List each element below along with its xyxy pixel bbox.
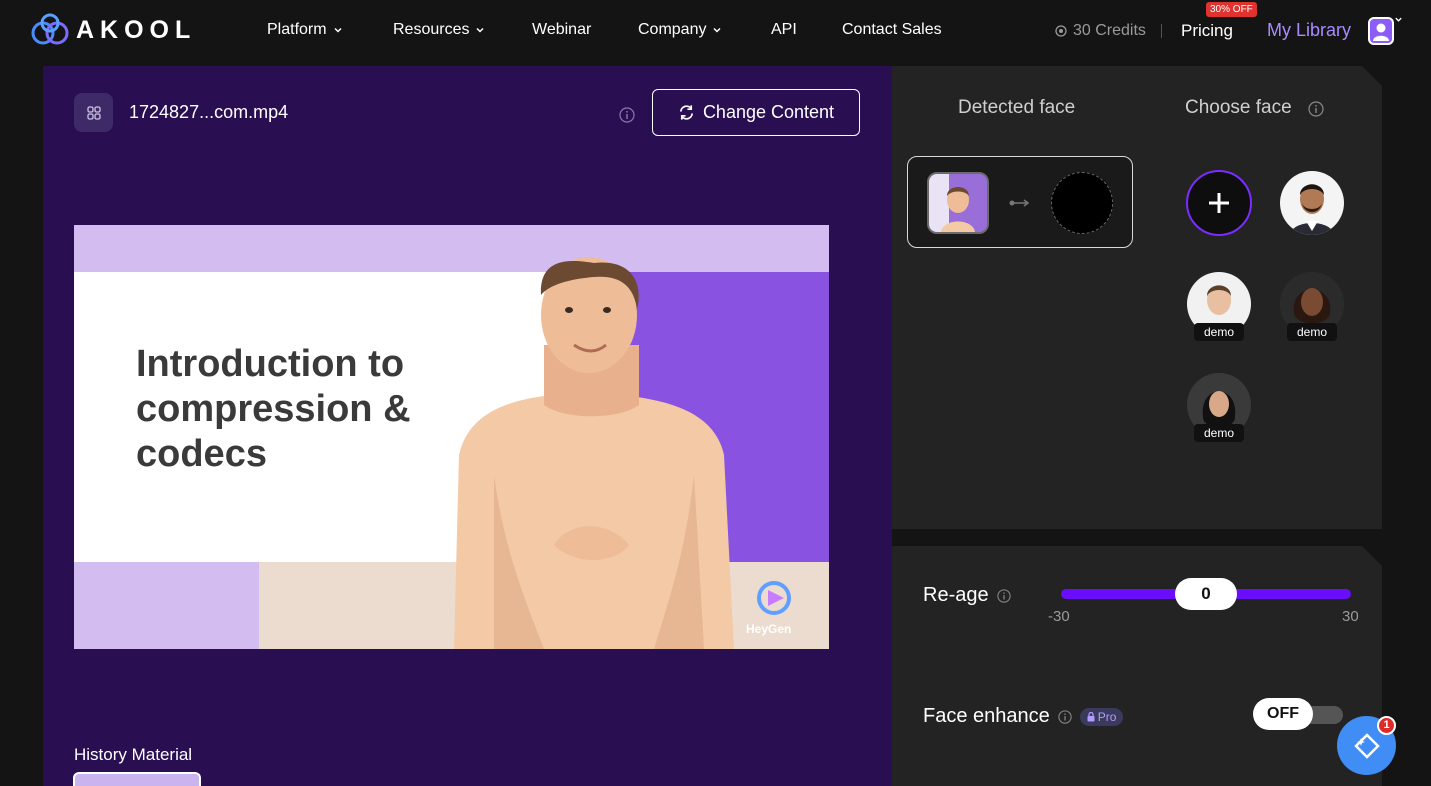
nav-webinar-label: Webinar <box>532 21 592 38</box>
nav-contact-sales-label: Contact Sales <box>842 21 942 38</box>
info-icon[interactable] <box>1058 709 1072 724</box>
pro-badge: Pro <box>1079 707 1124 726</box>
re-age-control: Re-age <box>923 584 1011 607</box>
akool-logo-icon <box>31 13 69 45</box>
credits-indicator[interactable]: 30 Credits <box>1055 22 1146 40</box>
nav-resources[interactable]: Resources <box>393 21 485 39</box>
re-age-slider-handle[interactable]: 0 <box>1175 578 1237 610</box>
grid-icon <box>86 105 101 120</box>
nav-company-label: Company <box>638 21 707 38</box>
sparkle-diamond-icon <box>1353 732 1380 759</box>
user-avatar-button[interactable] <box>1368 17 1394 45</box>
video-watermark: HeyGen <box>746 622 792 636</box>
slide-title-line: codecs <box>136 433 267 475</box>
chevron-down-icon <box>334 27 342 33</box>
nav-platform[interactable]: Platform <box>267 21 343 39</box>
nav-contact-sales[interactable]: Contact Sales <box>842 21 942 39</box>
credits-label: 30 Credits <box>1073 22 1146 39</box>
face-avatar <box>929 174 987 232</box>
nav-resources-label: Resources <box>393 21 470 38</box>
chevron-down-icon[interactable] <box>1394 15 1403 24</box>
info-icon[interactable] <box>1308 101 1324 117</box>
info-icon[interactable] <box>619 107 635 123</box>
chevron-down-icon <box>713 27 722 33</box>
nav-divider <box>1161 24 1162 38</box>
nav-api[interactable]: API <box>771 21 797 39</box>
face-enhance-control: Face enhance Pro <box>923 705 1124 728</box>
info-icon[interactable] <box>996 588 1011 603</box>
arrow-right-icon <box>1009 199 1030 207</box>
pricing-link[interactable]: Pricing <box>1181 21 1233 41</box>
detected-face-card[interactable] <box>907 156 1133 248</box>
coin-icon <box>1055 25 1067 37</box>
re-age-label: Re-age <box>923 584 989 606</box>
nav-api-label: API <box>771 21 797 38</box>
akool-logo[interactable]: AKOOL <box>30 13 196 47</box>
my-library-link[interactable]: My Library <box>1267 20 1351 41</box>
video-preview[interactable]: Introduction to compression & codecs Hey… <box>74 225 829 649</box>
face-option-man-suit[interactable] <box>1280 171 1344 235</box>
choose-face-title: Choose face <box>1185 97 1292 118</box>
plus-icon <box>1209 193 1229 213</box>
slide-title-line: compression & <box>136 388 411 430</box>
file-name: 1724827...com.mp4 <box>129 102 289 122</box>
demo-tag: demo <box>1287 323 1337 341</box>
change-content-button[interactable]: Change Content <box>652 89 860 136</box>
brand-name: AKOOL <box>76 15 197 44</box>
notification-badge: 1 <box>1377 716 1396 735</box>
lock-icon <box>1087 711 1095 721</box>
pro-label: Pro <box>1097 709 1117 724</box>
target-face-slot[interactable] <box>1051 172 1113 234</box>
re-age-max-label: 30 <box>1342 608 1359 625</box>
nav-platform-label: Platform <box>267 21 327 38</box>
face-enhance-toggle[interactable]: OFF <box>1253 698 1345 730</box>
top-nav: AKOOL Platform Resources Webinar Company… <box>0 0 1431 64</box>
chevron-down-icon <box>476 27 485 33</box>
face-enhance-label: Face enhance <box>923 705 1050 727</box>
panel-corner <box>1362 546 1382 566</box>
refresh-icon <box>679 105 693 120</box>
face-avatar <box>1280 171 1344 235</box>
slide-title-line: Introduction to <box>136 343 405 385</box>
discount-badge: 30% OFF <box>1206 2 1257 17</box>
nav-webinar[interactable]: Webinar <box>532 21 591 39</box>
demo-tag: demo <box>1194 424 1244 442</box>
panel-corner <box>1362 66 1382 86</box>
detected-face-thumbnail[interactable] <box>927 172 989 234</box>
editor-panel: 1724827...com.mp4 Change Content Introdu… <box>43 66 892 786</box>
history-material-title: History Material <box>74 745 193 764</box>
toggle-state: OFF <box>1253 698 1313 730</box>
add-face-button[interactable] <box>1186 170 1252 236</box>
file-type-icon <box>74 93 113 132</box>
nav-company[interactable]: Company <box>638 21 722 39</box>
user-icon <box>1373 23 1389 41</box>
history-material-thumbnail[interactable] <box>73 772 201 786</box>
slide-title: Introduction to compression & codecs <box>136 342 436 477</box>
change-content-label: Change Content <box>702 102 835 122</box>
detected-face-title: Detected face <box>958 97 1076 118</box>
face-panel: Detected face Choose face demo demo demo <box>892 66 1382 529</box>
demo-tag: demo <box>1194 323 1244 341</box>
adjustments-panel: Re-age 0 -30 30 Face enhance Pro OFF <box>892 546 1382 786</box>
re-age-min-label: -30 <box>1048 608 1070 625</box>
